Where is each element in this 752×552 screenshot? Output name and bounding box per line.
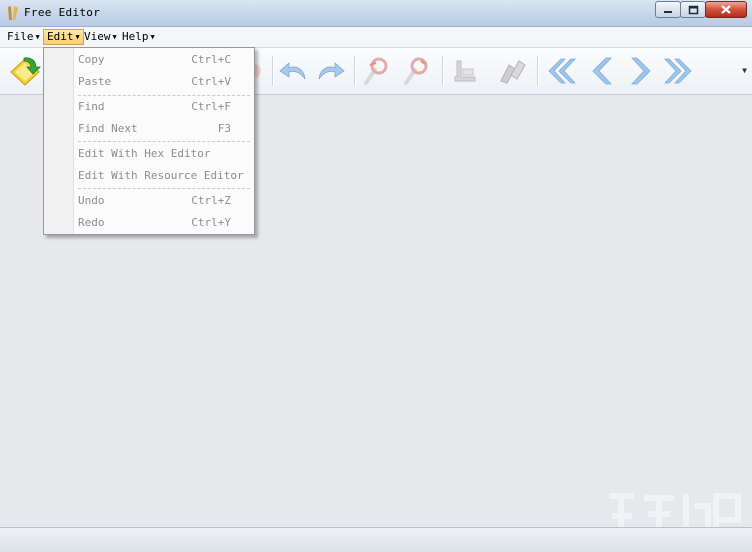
find-next-icon <box>404 57 428 85</box>
menu-item-label: Undo <box>78 194 105 207</box>
first-icon <box>548 58 576 84</box>
menu-item-paste[interactable]: Paste Ctrl+V <box>78 73 248 91</box>
toolbar-separator <box>354 56 356 86</box>
menu-item-shortcut: Ctrl+Z <box>191 194 231 207</box>
menu-help[interactable]: Help ▼ <box>119 29 158 45</box>
menu-icon-gutter <box>44 48 74 234</box>
redo-button[interactable] <box>314 55 348 87</box>
hex-editor-icon <box>454 60 476 82</box>
menu-item-shortcut: Ctrl+Y <box>191 216 231 229</box>
toolbar-separator <box>272 56 274 86</box>
minimize-icon <box>664 10 672 13</box>
menu-item-shortcut: F3 <box>217 122 231 135</box>
menu-item-label: Copy <box>78 53 105 66</box>
menu-edit-label: Edit <box>47 30 74 43</box>
menu-item-shortcut: Ctrl+V <box>191 75 231 88</box>
find-button[interactable] <box>360 55 394 87</box>
maximize-button[interactable] <box>680 1 706 18</box>
menu-help-label: Help <box>122 30 149 43</box>
undo-icon <box>279 62 306 80</box>
next-icon <box>631 57 651 85</box>
menu-item-shortcut: Ctrl+F <box>191 100 231 113</box>
toolbar-overflow-icon[interactable]: ▼ <box>742 66 747 75</box>
toolbar-separator <box>537 56 539 86</box>
menu-item-undo[interactable]: Undo Ctrl+Z <box>78 192 248 210</box>
menu-item-label: Edit With Hex Editor <box>78 147 211 160</box>
menu-item-copy[interactable]: Copy Ctrl+C <box>78 51 248 69</box>
menu-bar: File ▼ Edit ▼ View ▼ Help ▼ <box>0 27 752 48</box>
menu-item-label: Paste <box>78 75 112 88</box>
previous-button[interactable] <box>585 55 619 87</box>
menu-file-label: File <box>7 30 34 43</box>
menu-item-label: Find Next <box>78 122 138 135</box>
find-icon <box>364 57 388 85</box>
minimize-button[interactable] <box>655 1 681 18</box>
menu-item-resource-editor[interactable]: Edit With Resource Editor <box>78 167 248 185</box>
menu-separator <box>78 95 250 96</box>
previous-icon <box>592 57 612 85</box>
resource-editor-button[interactable] <box>495 55 529 87</box>
menu-item-label: Edit With Resource Editor <box>78 169 244 182</box>
open-folder-icon <box>10 57 41 86</box>
menu-view[interactable]: View ▼ <box>81 29 120 45</box>
chevron-down-icon: ▼ <box>112 33 117 41</box>
hex-editor-button[interactable] <box>447 55 481 87</box>
resource-editor-icon <box>500 60 526 84</box>
next-button[interactable] <box>624 55 658 87</box>
menu-file[interactable]: File ▼ <box>4 29 43 45</box>
window-controls <box>655 1 747 18</box>
menu-item-redo[interactable]: Redo Ctrl+Y <box>78 214 248 232</box>
menu-item-label: Redo <box>78 216 105 229</box>
status-bar <box>0 527 752 552</box>
undo-button[interactable] <box>276 55 310 87</box>
menu-item-find[interactable]: Find Ctrl+F <box>78 98 248 116</box>
open-button[interactable] <box>8 55 42 87</box>
redo-icon <box>318 62 345 80</box>
title-bar[interactable]: Free Editor <box>0 0 752 27</box>
menu-view-label: View <box>84 30 111 43</box>
menu-separator <box>78 141 250 142</box>
maximize-icon <box>688 5 698 14</box>
last-button[interactable] <box>663 55 697 87</box>
menu-item-label: Find <box>78 100 105 113</box>
window-title: Free Editor <box>24 6 101 19</box>
menu-edit[interactable]: Edit ▼ <box>43 29 84 45</box>
last-icon <box>664 58 692 84</box>
menu-item-shortcut: Ctrl+C <box>191 53 231 66</box>
find-next-button[interactable] <box>400 55 434 87</box>
first-button[interactable] <box>543 55 577 87</box>
app-icon <box>8 6 18 20</box>
close-button[interactable] <box>705 1 747 18</box>
menu-item-find-next[interactable]: Find Next F3 <box>78 120 248 138</box>
close-icon <box>721 5 731 14</box>
edit-menu-dropdown: Copy Ctrl+C Paste Ctrl+V Find Ctrl+F Fin… <box>43 47 255 235</box>
chevron-down-icon: ▼ <box>150 33 155 41</box>
menu-item-hex-editor[interactable]: Edit With Hex Editor <box>78 145 248 163</box>
toolbar-separator <box>442 56 444 86</box>
menu-separator <box>78 188 250 189</box>
chevron-down-icon: ▼ <box>75 33 80 41</box>
chevron-down-icon: ▼ <box>35 33 40 41</box>
